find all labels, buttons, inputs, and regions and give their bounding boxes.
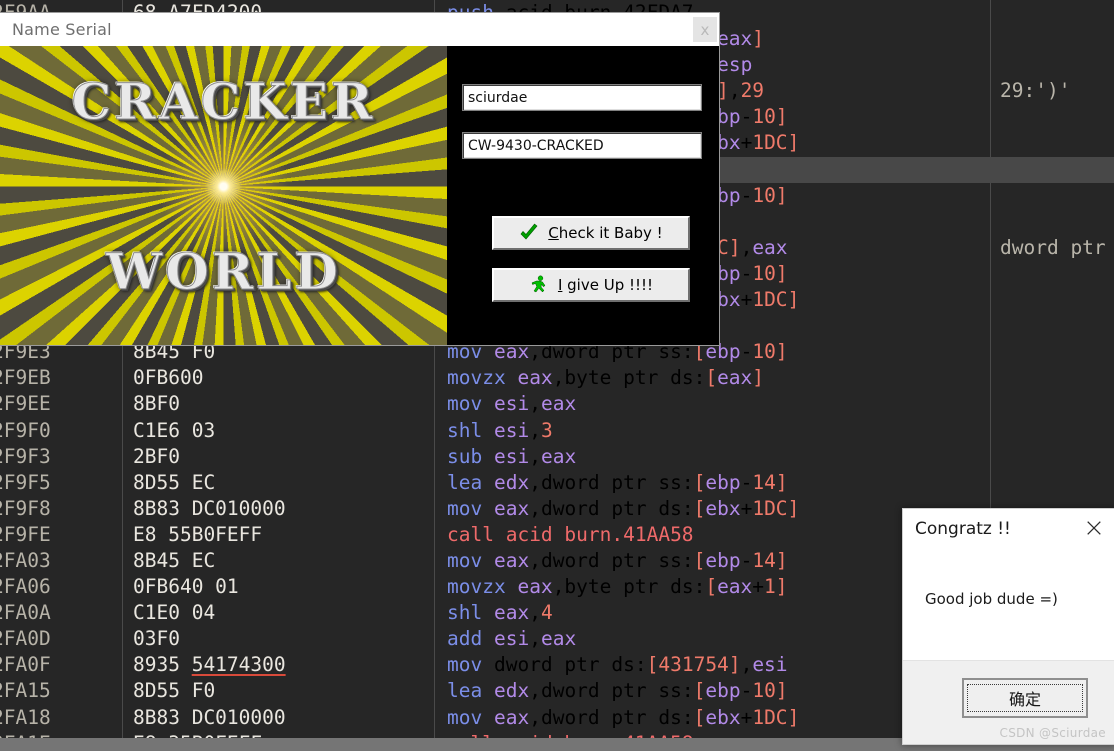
row-disassembly: mov esi,eax bbox=[447, 392, 577, 416]
row-bytes: 8B83 DC010000 bbox=[133, 496, 286, 520]
check-it-baby-label: Check it Baby ! bbox=[548, 224, 662, 242]
disassembly-row[interactable]: 2F9F0 C1E6 03 shl esi,3 bbox=[0, 418, 1114, 444]
watermark: CSDN @Sciurdae bbox=[999, 726, 1106, 740]
row-address: 2FA0A bbox=[0, 601, 51, 625]
name-serial-window[interactable]: Name Serial x CRACKER WORLD sciurdae CW-… bbox=[0, 13, 719, 345]
row-bytes: 2BF0 bbox=[133, 444, 180, 468]
running-man-icon bbox=[529, 275, 549, 295]
i-give-up-label: I give Up !!!! bbox=[558, 276, 653, 294]
row-disassembly: lea edx,dword ptr ss:[ebp-14] bbox=[447, 470, 788, 494]
row-address: 2F9EE bbox=[0, 392, 51, 416]
row-bytes: E8 35B0FEFF bbox=[133, 731, 425, 738]
disassembly-row[interactable]: 2F9F3 2BF0 sub esi,eax bbox=[0, 444, 1114, 470]
banner-line-1: CRACKER bbox=[71, 72, 376, 132]
disassembly-row[interactable]: 2F9EE 8BF0 mov esi,eax bbox=[0, 391, 1114, 417]
row-disassembly: shl eax,4 bbox=[447, 601, 553, 625]
ok-button-label: 确定 bbox=[967, 684, 1083, 712]
row-disassembly: shl esi,3 bbox=[447, 418, 553, 442]
banner-line-2: WORLD bbox=[106, 242, 341, 302]
row-address: 2FA1E bbox=[0, 731, 114, 738]
i-give-up-button[interactable]: I give Up !!!! bbox=[492, 268, 690, 302]
cracker-world-banner-image: CRACKER WORLD bbox=[0, 46, 447, 345]
row-bytes: 8BF0 bbox=[133, 392, 180, 416]
name-input[interactable]: sciurdae bbox=[462, 84, 702, 111]
row-address: 2F9F5 bbox=[0, 470, 51, 494]
close-icon[interactable]: x bbox=[693, 17, 717, 42]
name-serial-body: CRACKER WORLD sciurdae CW-9430-CRACKED C… bbox=[0, 46, 719, 345]
row-bytes: 8935 54174300 bbox=[133, 653, 286, 677]
row-bytes: 0FB640 01 bbox=[133, 575, 239, 599]
giveup-label-rest: give Up !!!! bbox=[562, 276, 654, 294]
row-address: 2F9F3 bbox=[0, 444, 51, 468]
row-disassembly: call acid burn.41AA58 bbox=[447, 522, 694, 546]
check-label-rest: heck it Baby ! bbox=[558, 224, 663, 242]
row-bytes: 8B83 DC010000 bbox=[133, 705, 286, 729]
row-disassembly: mov dword ptr ds:[431754],esi bbox=[447, 653, 788, 677]
disassembly-row[interactable]: 2F9EB 0FB600 movzx eax,byte ptr ds:[eax] bbox=[0, 365, 1114, 391]
row-address: 2FA0D bbox=[0, 627, 51, 651]
row-disassembly: mov eax,dword ptr ds:[ebx+1DC] bbox=[447, 705, 800, 729]
row-address: 2F9FE bbox=[0, 522, 51, 546]
row-bytes: C1E6 03 bbox=[133, 418, 216, 442]
row-disassembly: lea edx,dword ptr ss:[ebp-10] bbox=[447, 679, 788, 703]
row-bytes: 0FB600 bbox=[133, 366, 204, 390]
row-address: 2F9EB bbox=[0, 366, 51, 390]
check-accel-letter: C bbox=[548, 224, 559, 242]
row-disassembly: mov eax,dword ptr ss:[ebp-14] bbox=[447, 548, 788, 572]
check-it-baby-button[interactable]: Check it Baby ! bbox=[492, 216, 690, 250]
row-address: 2FA18 bbox=[0, 705, 51, 729]
row-address: 2FA15 bbox=[0, 679, 51, 703]
green-check-icon bbox=[519, 223, 539, 243]
ok-button[interactable]: 确定 bbox=[962, 678, 1088, 718]
close-icon[interactable] bbox=[1083, 517, 1105, 539]
row-comment: dword ptr bbox=[1000, 235, 1106, 259]
row-disassembly: sub esi,eax bbox=[447, 444, 577, 468]
serial-input[interactable]: CW-9430-CRACKED bbox=[462, 132, 702, 159]
row-comment: 29:')' bbox=[1000, 79, 1071, 103]
congratz-message: Good job dude =) bbox=[925, 590, 1058, 608]
row-bytes: 8D55 EC bbox=[133, 470, 216, 494]
row-address: 2FA03 bbox=[0, 548, 51, 572]
window-title: Name Serial bbox=[12, 20, 112, 39]
congratz-dialog[interactable]: Congratz !! Good job dude =) 确定 bbox=[902, 508, 1114, 745]
name-serial-titlebar[interactable]: Name Serial x bbox=[0, 13, 719, 47]
name-serial-form: sciurdae CW-9430-CRACKED Check it Baby ! bbox=[447, 46, 719, 345]
row-address: 2FA0F bbox=[0, 653, 51, 677]
row-disassembly: movzx eax,byte ptr ds:[eax] bbox=[447, 366, 765, 390]
row-address: 2F9F8 bbox=[0, 496, 51, 520]
row-address: 2FA06 bbox=[0, 575, 51, 599]
congratz-title: Congratz !! bbox=[915, 519, 1011, 539]
row-bytes: 03F0 bbox=[133, 627, 180, 651]
row-disassembly: mov eax,dword ptr ds:[ebx+1DC] bbox=[447, 496, 800, 520]
row-disassembly: movzx eax,byte ptr ds:[eax+1] bbox=[447, 575, 788, 599]
row-bytes: C1E0 04 bbox=[133, 601, 216, 625]
row-bytes: 8B45 EC bbox=[133, 548, 216, 572]
row-disassembly: call acid burn.41AA58 bbox=[447, 731, 959, 738]
row-disassembly: add esi,eax bbox=[447, 627, 577, 651]
row-bytes: 8D55 F0 bbox=[133, 679, 216, 703]
row-bytes: E8 55B0FEFF bbox=[133, 522, 263, 546]
row-address: 2F9F0 bbox=[0, 418, 51, 442]
disassembly-row[interactable]: 2F9F5 8D55 EC lea edx,dword ptr ss:[ebp-14… bbox=[0, 470, 1114, 496]
